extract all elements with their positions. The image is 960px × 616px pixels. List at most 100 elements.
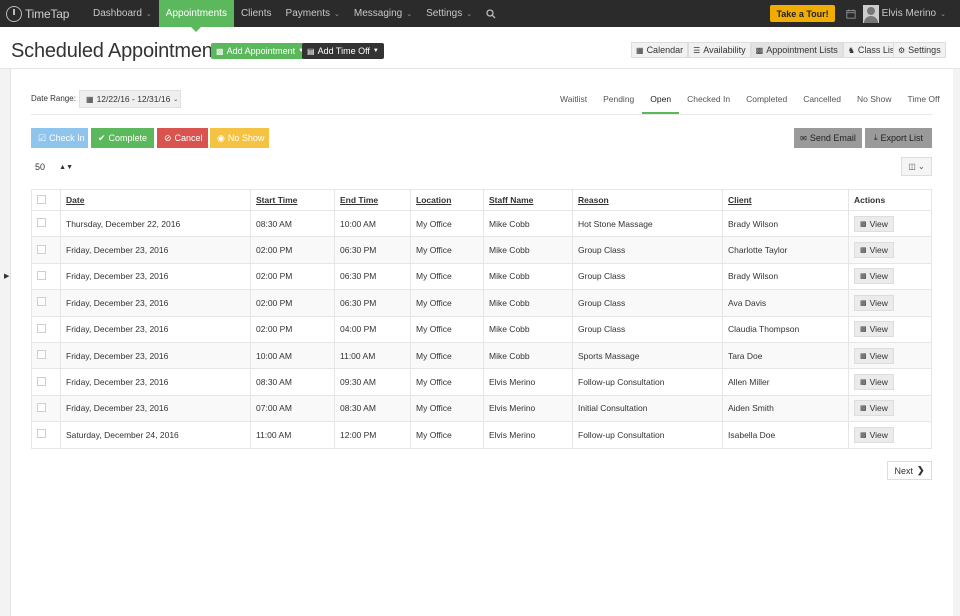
row-checkbox[interactable] <box>37 429 46 439</box>
table-row: Friday, December 23, 2016 07:00 AM 08:30 A… <box>31 394 932 423</box>
settings-button[interactable]: ⚙ Settings <box>893 42 946 58</box>
tab-waitlist[interactable]: Waitlist <box>552 90 595 114</box>
timetap-logo[interactable]: TimeTap <box>0 0 86 27</box>
staff-name-cell: Elvis Merino <box>483 394 573 423</box>
book-icon: ▩ <box>860 352 867 360</box>
add-time-off-button[interactable]: ▤ Add Time Off ▼ <box>302 43 384 59</box>
sidebar-toggle-rail[interactable]: ▶ <box>0 69 11 616</box>
cancel-label: Cancel <box>174 133 203 143</box>
date-range-label: Date Range: <box>31 94 76 103</box>
chevron-down-icon[interactable]: ⌄ <box>940 10 946 18</box>
send-email-button[interactable]: ✉ Send Email <box>794 128 862 148</box>
view-button[interactable]: ▩ View <box>854 400 894 417</box>
row-checkbox[interactable] <box>37 218 46 228</box>
circle-icon: ◉ <box>217 132 225 143</box>
row-checkbox[interactable] <box>37 297 46 307</box>
book-icon: ▩ <box>755 45 764 55</box>
client-cell: Isabella Doe <box>722 421 849 449</box>
location-cell: My Office <box>410 341 484 370</box>
nav-item-messaging[interactable]: Messaging ⌄ <box>347 0 419 27</box>
column-header-location[interactable]: Location <box>410 189 484 211</box>
check-icon: ✔ <box>98 132 106 143</box>
no-show-button[interactable]: ◉ No Show <box>210 128 269 148</box>
row-checkbox[interactable] <box>37 402 46 412</box>
status-tabs: Waitlist Pending Open Checked In Completed Ca… <box>552 90 948 114</box>
row-checkbox[interactable] <box>37 323 46 333</box>
row-checkbox[interactable] <box>37 270 46 280</box>
tab-no-show[interactable]: No Show <box>849 90 900 114</box>
cancel-button[interactable]: ⊘ Cancel <box>157 128 208 148</box>
export-list-button[interactable]: ⤓ Export List <box>865 128 932 148</box>
actions-cell: ▩ View <box>848 368 932 396</box>
view-button[interactable]: ▩ View <box>854 374 894 391</box>
tab-checked-in[interactable]: Checked In <box>679 90 738 114</box>
nav-item-appointments[interactable]: Appointments <box>158 0 234 32</box>
view-label: View <box>869 218 888 229</box>
availability-view-button[interactable]: ☰ Availability <box>688 42 751 58</box>
client-cell: Brady Wilson <box>722 262 849 291</box>
view-button[interactable]: ▩ View <box>854 242 894 259</box>
nav-item-settings[interactable]: Settings ⌄ <box>419 0 479 27</box>
client-cell: Tara Doe <box>722 341 849 370</box>
column-header-staff-name[interactable]: Staff Name <box>483 189 573 211</box>
appointment-lists-view-button[interactable]: ▩ Appointment Lists <box>750 42 843 58</box>
view-button[interactable]: ▩ View <box>854 215 894 232</box>
calendar-icon[interactable] <box>845 8 857 20</box>
check-in-button[interactable]: ☑ Check In <box>31 128 88 148</box>
tab-completed[interactable]: Completed <box>738 90 795 114</box>
nav-item-label: Messaging <box>353 8 403 19</box>
next-page-button[interactable]: Next ❯ <box>887 461 932 480</box>
complete-button[interactable]: ✔ Complete <box>91 128 154 148</box>
scrollbar[interactable] <box>953 69 960 616</box>
search-icon[interactable] <box>479 0 503 27</box>
nav-item-payments[interactable]: Payments ⌄ <box>279 0 347 27</box>
reason-cell: Follow-up Consultation <box>572 368 723 396</box>
tab-open[interactable]: Open <box>642 90 680 114</box>
book-icon: ▩ <box>860 326 867 334</box>
users-icon: ♞ <box>847 45 855 55</box>
row-select-cell <box>31 315 61 343</box>
view-button[interactable]: ▩ View <box>854 268 894 285</box>
column-header-date[interactable]: Date <box>60 189 251 211</box>
tab-time-off[interactable]: Time Off <box>900 90 948 114</box>
table-row: Saturday, December 24, 2016 11:00 AM 12:00… <box>31 421 932 449</box>
view-button[interactable]: ▩ View <box>854 347 894 364</box>
column-header-start-time[interactable]: Start Time <box>250 189 335 211</box>
staff-name-cell: Mike Cobb <box>483 289 573 317</box>
row-checkbox[interactable] <box>37 244 46 254</box>
row-checkbox[interactable] <box>37 350 46 360</box>
take-a-tour-button[interactable]: Take a Tour! <box>770 5 835 22</box>
row-checkbox[interactable] <box>37 376 46 386</box>
user-name[interactable]: Elvis Merino <box>882 8 936 19</box>
select-all-checkbox[interactable] <box>37 194 46 204</box>
view-button[interactable]: ▩ View <box>854 426 894 443</box>
column-header-reason[interactable]: Reason <box>572 189 723 211</box>
tab-cancelled[interactable]: Cancelled <box>795 90 849 114</box>
column-picker-button[interactable]: ◫ ⌄ <box>901 157 932 176</box>
add-appointment-button[interactable]: ▩ Add Appointment ▼ <box>211 43 310 59</box>
ban-icon: ⊘ <box>164 132 172 143</box>
date-range-picker[interactable]: ▦ 12/22/16 - 12/31/16 ⌄ <box>79 90 181 108</box>
client-cell: Claudia Thompson <box>722 315 849 343</box>
nav-item-dashboard[interactable]: Dashboard ⌄ <box>86 0 159 27</box>
tab-pending[interactable]: Pending <box>595 90 642 114</box>
client-cell: Charlotte Taylor <box>722 236 849 264</box>
gear-icon: ⚙ <box>898 45 906 55</box>
end-time-cell: 06:30 PM <box>334 289 411 317</box>
user-avatar[interactable] <box>862 4 879 23</box>
nav-item-clients[interactable]: Clients <box>234 0 279 27</box>
table-row: Friday, December 23, 2016 08:30 AM 09:30 A… <box>31 368 932 396</box>
calendar-view-button[interactable]: ▦ Calendar <box>631 42 689 58</box>
view-button[interactable]: ▩ View <box>854 294 894 311</box>
date-cell: Friday, December 23, 2016 <box>60 341 251 370</box>
row-select-cell <box>31 236 61 264</box>
date-cell: Friday, December 23, 2016 <box>60 262 251 291</box>
caret-right-icon[interactable]: ▶ <box>4 272 9 280</box>
column-header-end-time[interactable]: End Time <box>334 189 411 211</box>
reason-cell: Hot Stone Massage <box>572 209 723 238</box>
availability-view-label: Availability <box>703 45 746 55</box>
page-size-select[interactable]: 50 ▲▼ <box>31 158 79 176</box>
book-icon: ▩ <box>860 220 867 228</box>
view-button[interactable]: ▩ View <box>854 321 894 338</box>
column-header-client[interactable]: Client <box>722 189 849 211</box>
